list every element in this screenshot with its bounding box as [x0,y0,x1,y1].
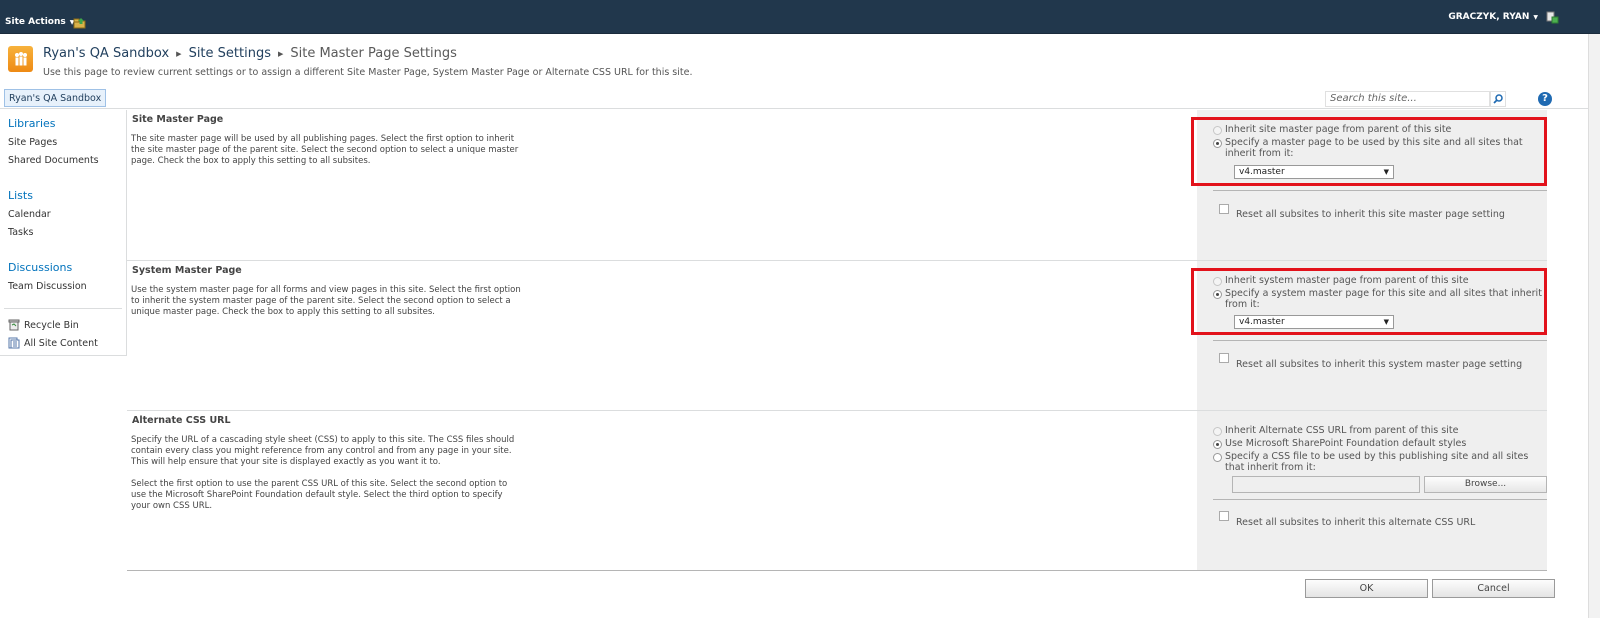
recycle-bin-icon [8,319,20,331]
reset-subsites-checkbox[interactable] [1219,204,1229,214]
divider [1213,340,1547,341]
divider [1213,499,1547,500]
nav-item-all-site-content[interactable]: All Site Content [8,337,98,349]
site-actions-label: Site Actions [5,17,66,27]
alternate-css-options-panel: Inherit Alternate CSS URL from parent of… [1197,411,1547,570]
section-description: The site master page will be used by all… [131,134,519,166]
reset-subsites-checkbox[interactable] [1219,353,1229,363]
social-notification-icon[interactable] [1546,11,1559,24]
page-title: Site Master Page Settings [290,46,457,61]
css-inherit-option[interactable]: Inherit Alternate CSS URL from parent of… [1213,425,1458,436]
alternate-css-description-panel: Alternate CSS URL Specify the URL of a c… [127,411,1197,570]
navigate-up-icon[interactable] [73,17,86,29]
nav-item-calendar[interactable]: Calendar [8,209,51,220]
site-master-description-panel: Site Master Page The site master page wi… [127,110,1197,260]
footer-divider [127,570,1547,571]
search-input[interactable]: Search this site... [1325,91,1490,107]
description-paragraph: Select the first option to use the paren… [131,479,508,511]
search-icon [1493,94,1503,104]
top-ribbon: Site Actions ▼ GRACZYK, RYAN ▼ [0,0,1600,34]
nav-item-tasks[interactable]: Tasks [8,227,33,238]
ok-button[interactable]: OK [1305,579,1428,598]
nav-item-site-pages[interactable]: Site Pages [8,137,57,148]
system-master-description-panel: System Master Page Use the system master… [127,261,1197,410]
page-description: Use this page to review current settings… [43,67,693,78]
nav-heading-lists[interactable]: Lists [8,189,33,202]
cancel-button[interactable]: Cancel [1432,579,1555,598]
recycle-bin-label: Recycle Bin [24,319,79,331]
site-logo[interactable] [8,46,33,72]
breadcrumb-site[interactable]: Ryan's QA Sandbox [43,46,169,61]
section-description: Specify the URL of a cascading style she… [131,435,523,523]
highlight-box [1191,268,1547,335]
user-menu[interactable]: GRACZYK, RYAN ▼ [1448,12,1538,22]
css-specify-option[interactable]: Specify a CSS file to be used by this pu… [1213,451,1545,473]
section-title: Alternate CSS URL [132,415,231,426]
all-site-content-label: All Site Content [24,337,98,349]
reset-subsites-label: Reset all subsites to inherit this alter… [1236,517,1476,528]
reset-subsites-checkbox[interactable] [1219,511,1229,521]
reset-subsites-label: Reset all subsites to inherit this syste… [1236,359,1523,370]
vertical-scrollbar[interactable] [1588,34,1600,618]
quick-launch: Libraries Site Pages Shared Documents Li… [0,110,127,356]
reset-subsites-label: Reset all subsites to inherit this site … [1236,209,1505,220]
nav-item-shared-documents[interactable]: Shared Documents [8,155,99,166]
nav-heading-libraries[interactable]: Libraries [8,117,56,130]
search-button[interactable] [1490,91,1506,107]
radio-default[interactable] [1213,440,1222,449]
radio-specify[interactable] [1213,453,1222,462]
browse-button[interactable]: Browse... [1424,476,1547,493]
radio-label: Use Microsoft SharePoint Foundation defa… [1225,438,1467,449]
highlight-box [1191,117,1547,186]
section-description: Use the system master page for all forms… [131,285,521,317]
top-link-bar: Ryan's QA Sandbox Search this site... ? [0,88,1588,109]
nav-item-recycle-bin[interactable]: Recycle Bin [8,319,79,331]
nav-heading-discussions[interactable]: Discussions [8,261,72,274]
breadcrumb: Ryan's QA Sandbox ▶ Site Settings ▶ Site… [43,46,457,61]
chevron-down-icon: ▼ [1533,13,1538,21]
user-name-label: GRACZYK, RYAN [1448,12,1530,22]
section-title: System Master Page [132,265,242,276]
description-paragraph: Specify the URL of a cascading style she… [131,435,515,467]
help-icon[interactable]: ? [1538,92,1552,106]
radio-label: Specify a CSS file to be used by this pu… [1225,451,1529,473]
section-title: Site Master Page [132,114,224,125]
tab-home[interactable]: Ryan's QA Sandbox [4,89,107,107]
radio-label: Inherit Alternate CSS URL from parent of… [1225,425,1459,436]
breadcrumb-site-settings[interactable]: Site Settings [189,46,271,61]
nav-item-team-discussion[interactable]: Team Discussion [8,281,87,292]
nav-divider [4,308,122,309]
css-default-option[interactable]: Use Microsoft SharePoint Foundation defa… [1213,438,1466,449]
radio-inherit[interactable] [1213,427,1222,436]
breadcrumb-separator-icon: ▶ [277,49,284,58]
site-actions-menu[interactable]: Site Actions ▼ [5,17,74,27]
css-url-input[interactable] [1232,476,1420,493]
people-icon [14,52,27,66]
all-site-content-icon [8,337,20,349]
breadcrumb-separator-icon: ▶ [176,49,182,58]
alternate-css-section: Alternate CSS URL Specify the URL of a c… [127,411,1547,570]
divider [1213,190,1547,191]
